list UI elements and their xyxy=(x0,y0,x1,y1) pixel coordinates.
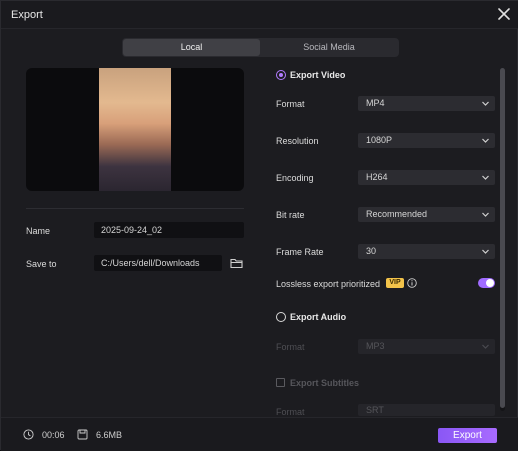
export-subtitles-title: Export Subtitles xyxy=(290,378,360,388)
close-icon[interactable] xyxy=(497,7,511,21)
resolution-value: 1080P xyxy=(366,135,393,145)
divider xyxy=(26,208,244,209)
export-button[interactable]: Export xyxy=(438,428,497,443)
frame-rate-value: 30 xyxy=(366,246,377,256)
name-label: Name xyxy=(26,226,51,236)
frame-rate-label: Frame Rate xyxy=(276,247,324,257)
lossless-toggle[interactable] xyxy=(478,278,495,288)
title-bar: Export xyxy=(1,1,518,29)
settings-scrollbar[interactable] xyxy=(500,68,505,411)
file-size-icon xyxy=(77,429,88,440)
frame-rate-select[interactable]: 30 xyxy=(358,244,495,259)
audio-format-value: MP3 xyxy=(366,341,385,351)
chevron-down-icon xyxy=(482,138,489,143)
chevron-down-icon xyxy=(482,175,489,180)
bit-rate-label: Bit rate xyxy=(276,210,305,220)
info-icon[interactable] xyxy=(407,278,417,288)
save-path-input[interactable]: C:/Users/dell/Downloads xyxy=(94,255,222,271)
file-size-text: 6.6MB xyxy=(96,430,123,440)
encoding-label: Encoding xyxy=(276,173,314,183)
duration-text: 00:06 xyxy=(42,430,65,440)
folder-icon[interactable] xyxy=(230,257,243,269)
subtitles-format-value: SRT xyxy=(366,405,384,415)
chevron-down-icon xyxy=(482,101,489,106)
resolution-select[interactable]: 1080P xyxy=(358,133,495,148)
window-title: Export xyxy=(11,9,43,21)
audio-format-select: MP3 xyxy=(358,339,495,354)
export-subtitles-checkbox[interactable] xyxy=(276,378,285,387)
subtitles-format-select: SRT xyxy=(358,404,495,416)
chevron-down-icon xyxy=(482,344,489,349)
chevron-down-icon xyxy=(482,249,489,254)
name-input[interactable]: 2025-09-24_02 xyxy=(94,222,244,238)
export-video-title: Export Video xyxy=(290,70,346,80)
video-preview xyxy=(26,68,244,191)
save-to-label: Save to xyxy=(26,259,57,269)
bit-rate-select[interactable]: Recommended xyxy=(358,207,495,222)
tab-social-media[interactable]: Social Media xyxy=(260,39,398,56)
export-audio-radio[interactable] xyxy=(276,312,286,322)
preview-thumbnail xyxy=(99,68,171,191)
export-audio-title: Export Audio xyxy=(290,312,347,322)
tab-local[interactable]: Local xyxy=(123,39,260,56)
format-select[interactable]: MP4 xyxy=(358,96,495,111)
vip-badge: VIP xyxy=(386,278,404,288)
bit-rate-value: Recommended xyxy=(366,209,428,219)
resolution-label: Resolution xyxy=(276,136,319,146)
export-dialog: Export Local Social Media Name 2025-09-2… xyxy=(0,0,518,451)
clock-icon xyxy=(23,429,34,440)
footer-bar: 00:06 6.6MB Export xyxy=(1,417,518,451)
audio-format-label: Format xyxy=(276,342,305,352)
format-value: MP4 xyxy=(366,98,385,108)
encoding-select[interactable]: H264 xyxy=(358,170,495,185)
subtitles-format-label: Format xyxy=(276,407,305,417)
format-label: Format xyxy=(276,99,305,109)
scrollbar-thumb[interactable] xyxy=(500,68,505,408)
export-video-radio[interactable] xyxy=(276,70,286,80)
chevron-down-icon xyxy=(482,212,489,217)
export-tabs: Local Social Media xyxy=(122,38,399,57)
lossless-label: Lossless export prioritized xyxy=(276,279,381,289)
encoding-value: H264 xyxy=(366,172,388,182)
